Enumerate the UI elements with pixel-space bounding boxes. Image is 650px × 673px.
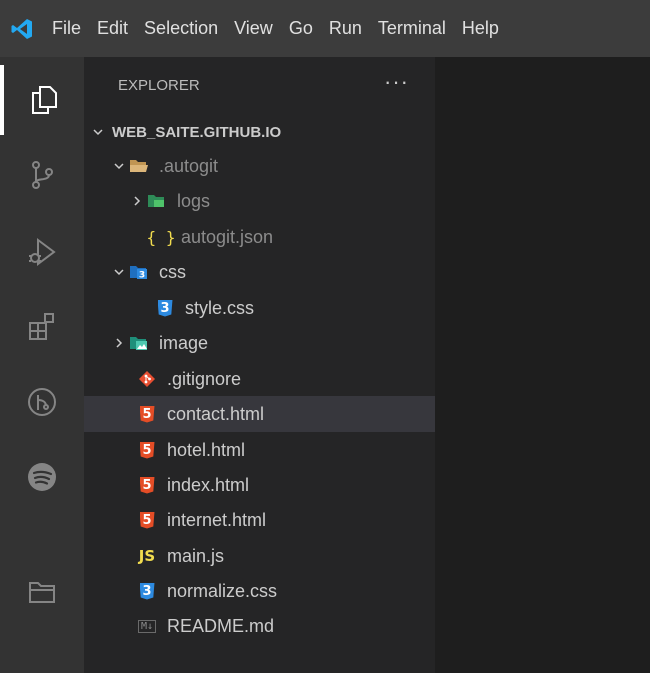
css-folder-icon: 3 [127, 262, 151, 282]
markdown-file-icon: M↓ [135, 616, 159, 636]
folder-image-label: image [159, 332, 209, 353]
chevron-right-icon [111, 337, 127, 349]
folder-open-icon [127, 156, 151, 176]
file-autogit-json-label: autogit.json [181, 226, 274, 247]
menu-go[interactable]: Go [281, 0, 321, 57]
file-main-js[interactable]: JS main.js [84, 538, 486, 574]
folder-image[interactable]: image [84, 325, 462, 361]
file-hotel-html[interactable]: 5 hotel.html [84, 432, 486, 468]
more-actions-icon[interactable]: ··· [384, 69, 409, 95]
file-index-html[interactable]: 5 index.html [84, 467, 486, 503]
file-gitignore-label: .gitignore [167, 368, 242, 389]
html-file-icon: 5 [135, 404, 159, 424]
git-graph-icon[interactable] [0, 367, 84, 437]
file-internet-html[interactable]: 5 internet.html [84, 502, 486, 538]
css-file-icon: 3 [153, 298, 177, 318]
folder-logs[interactable]: logs [84, 183, 480, 219]
extensions-icon[interactable] [0, 291, 84, 361]
chevron-down-icon [90, 126, 106, 138]
folder-autogit-label: .autogit [159, 155, 219, 176]
file-hotel-html-label: hotel.html [167, 439, 246, 460]
explorer-sidebar: EXPLORER ··· WEB_SAITE.GITHUB.IO .autogi… [84, 57, 486, 673]
vscode-logo-icon [0, 0, 44, 57]
json-file-icon: { } [146, 227, 176, 247]
menu-selection[interactable]: Selection [136, 0, 226, 57]
root-folder-label: WEB_SAITE.GITHUB.IO [112, 123, 282, 141]
file-normalize-css-label: normalize.css [167, 580, 278, 601]
chevron-down-icon [111, 266, 127, 278]
file-main-js-label: main.js [167, 545, 225, 566]
logs-folder-icon [145, 191, 169, 211]
file-internet-html-label: internet.html [167, 509, 267, 530]
css-file-icon: 3 [135, 581, 159, 601]
git-file-icon [135, 369, 159, 389]
spotify-icon[interactable] [0, 442, 84, 512]
folder-css-label: css [159, 261, 186, 282]
html-file-icon: 5 [135, 475, 159, 495]
menu-bar: File Edit Selection View Go Run Terminal… [0, 0, 650, 57]
file-gitignore[interactable]: .gitignore [84, 361, 486, 397]
folder-css[interactable]: 3 css [84, 254, 462, 290]
file-readme-md-label: README.md [167, 615, 275, 636]
file-index-html-label: index.html [167, 474, 250, 495]
chevron-down-icon [111, 160, 127, 172]
editor-area [435, 57, 650, 673]
folder-icon[interactable] [0, 557, 84, 627]
html-file-icon: 5 [135, 510, 159, 530]
explorer-icon[interactable] [0, 65, 84, 135]
js-file-icon: JS [138, 547, 156, 565]
menu-help[interactable]: Help [454, 0, 507, 57]
menu-view[interactable]: View [226, 0, 281, 57]
folder-logs-label: logs [177, 190, 211, 211]
activity-bar [0, 57, 84, 673]
chevron-right-icon [129, 195, 145, 207]
explorer-title: EXPLORER [118, 77, 200, 94]
menu-file[interactable]: File [44, 0, 89, 57]
file-style-css-label: style.css [185, 297, 255, 318]
menu-run[interactable]: Run [321, 0, 370, 57]
html-file-icon: 5 [135, 440, 159, 460]
image-folder-icon [127, 333, 151, 353]
svg-text:3: 3 [139, 271, 145, 281]
menu-edit[interactable]: Edit [89, 0, 136, 57]
file-contact-html-label: contact.html [167, 403, 265, 424]
folder-autogit[interactable]: .autogit [84, 148, 462, 184]
root-folder[interactable]: WEB_SAITE.GITHUB.IO [84, 114, 441, 150]
file-readme-md[interactable]: M↓ README.md [84, 608, 486, 644]
source-control-icon[interactable] [0, 140, 84, 210]
file-contact-html[interactable]: 5 contact.html [84, 396, 486, 432]
run-debug-icon[interactable] [0, 217, 84, 287]
file-normalize-css[interactable]: 3 normalize.css [84, 573, 486, 609]
menu-terminal[interactable]: Terminal [370, 0, 454, 57]
